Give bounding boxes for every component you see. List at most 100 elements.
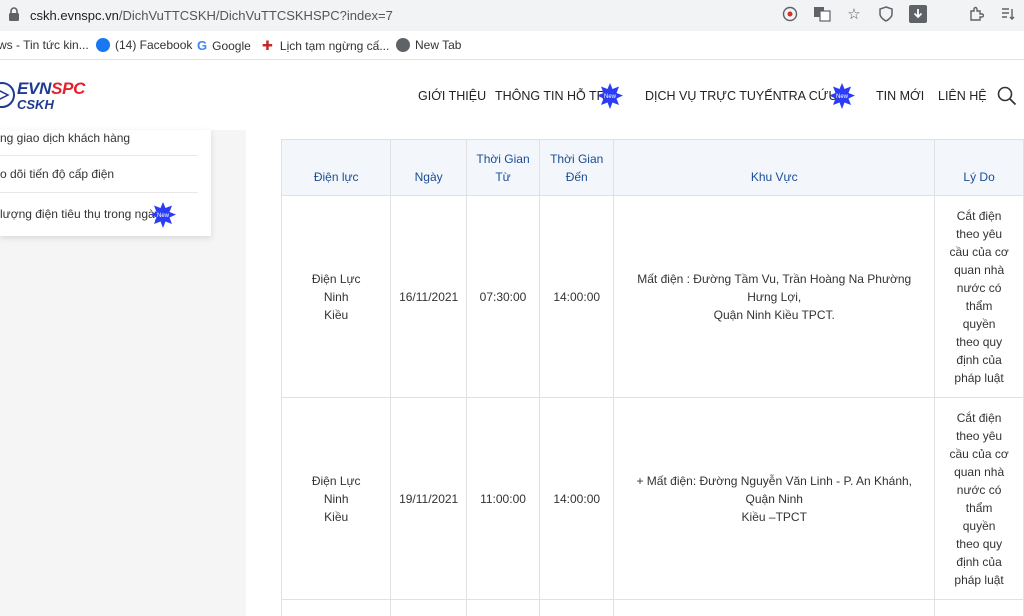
cell-ngay: 19/11/2021	[390, 397, 467, 600]
cell-den: 14:00:00	[539, 397, 615, 600]
table-row: Điện Lực Ninh Kiều 19/11/2021 11:00:00 14…	[280, 397, 1024, 600]
bookmark-facebook[interactable]: (14) Facebook	[96, 38, 192, 52]
logo-cskh-text: CSKH	[17, 97, 54, 112]
cell-khu-vuc: Mất điện : Đường Tầm Vu, Trần Hoàng Na P…	[613, 195, 936, 398]
extensions-icon[interactable]	[966, 4, 986, 24]
cell-line: Kiều	[324, 509, 349, 524]
bookmarks-bar: ws - Tin tức kin... (14) Facebook G Goog…	[0, 31, 1024, 60]
browser-address-bar: cskh.evnspc.vn/DichVuTTCSKH/DichVuTTCSKH…	[0, 0, 1024, 31]
cell-ngay	[390, 599, 467, 616]
bookmark-evn[interactable]: ✚ Lịch tạm ngừng cấ...	[262, 38, 389, 54]
translate-icon[interactable]	[812, 4, 832, 24]
cell-line: Cắt điện	[956, 410, 1002, 425]
cell-den	[539, 599, 615, 616]
cell-dien-luc	[280, 599, 392, 616]
services-dropdown: ng giao dịch khách hàng o dõi tiến độ cấ…	[0, 130, 211, 236]
bookmark-google[interactable]: G Google	[197, 38, 251, 53]
new-badge-text: New	[836, 94, 849, 100]
cell-line: Mất điện : Đường Tầm Vu, Trần Hoàng Na P…	[637, 271, 912, 304]
cell-line: theo yêu	[956, 226, 1003, 241]
star-icon[interactable]: ☆	[844, 4, 864, 24]
cell-ly-do: Cắt điện theo yêu cầu của cơ quan nhà nư…	[934, 397, 1024, 600]
bookmark-news[interactable]: ws - Tin tức kin...	[0, 38, 89, 52]
cell-line: cầu của cơ	[949, 446, 1009, 461]
cell-tu	[465, 599, 541, 616]
cell-line: Điện Lực Ninh	[311, 473, 361, 506]
nav-lien-he[interactable]: LIÊN HỆ	[938, 89, 987, 103]
cell-line: Kiều	[324, 307, 349, 322]
header-ly-do: Lý Do	[934, 139, 1024, 196]
dropdown-item-giao-dich[interactable]: ng giao dịch khách hàng	[0, 130, 198, 156]
bookmark-new-tab[interactable]: New Tab	[396, 38, 461, 52]
url-host: cskh.evnspc.vn	[30, 8, 119, 23]
evn-icon: ✚	[262, 38, 273, 53]
new-badge-text: New	[157, 213, 170, 219]
header-khu-vuc: Khu Vực	[613, 139, 936, 196]
table-row: Điện Lực Ninh Kiều 16/11/2021 07:30:00 14…	[280, 195, 1024, 398]
bookmark-label: Lịch tạm ngừng cấ...	[279, 39, 390, 53]
bookmark-label: New Tab	[415, 38, 462, 52]
cell-line: cầu của cơ	[949, 244, 1009, 259]
outage-schedule-table: Điện lực Ngày Thời Gian Từ Thời Gian Đến K…	[280, 139, 1024, 616]
google-icon: G	[197, 38, 208, 53]
cell-line: định của	[956, 352, 1002, 367]
url-field[interactable]: cskh.evnspc.vn/DichVuTTCSKH/DichVuTTCSKH…	[30, 8, 393, 23]
header-thoi-gian-den: Thời Gian Đến	[539, 139, 615, 196]
site-header: EVNSPC CSKH GIỚI THIỆU THÔNG TIN HỖ TRỢ …	[0, 61, 1024, 130]
cell-dien-luc: Điện Lực Ninh Kiều	[280, 397, 392, 600]
cell-line: thẩm	[965, 298, 993, 313]
new-badge-icon: New	[150, 202, 176, 228]
header-dien-luc: Điện lực	[280, 139, 392, 196]
cell-tu: 11:00:00	[465, 397, 541, 600]
cell-tu: 07:30:00	[465, 195, 541, 398]
header-ngay: Ngày	[390, 139, 467, 196]
cell-line: theo yêu	[956, 428, 1003, 443]
cell-line: theo quy	[956, 536, 1003, 551]
bookmark-label: (14) Facebook	[115, 38, 193, 52]
cell-line: quan nhà	[954, 464, 1005, 479]
search-icon[interactable]	[996, 85, 1018, 107]
cell-ngay: 16/11/2021	[390, 195, 467, 398]
cell-khu-vuc	[613, 599, 936, 616]
new-badge-text: New	[604, 94, 617, 100]
header-line: Đến	[565, 169, 588, 184]
url-path: /DichVuTTCSKH/DichVuTTCSKHSPC?index=7	[118, 8, 393, 23]
dropdown-item-tien-do[interactable]: o dõi tiến độ cấp điện	[0, 156, 198, 193]
cell-line: Cắt điện	[956, 208, 1002, 223]
header-line: Thời Gian	[550, 151, 604, 166]
header-line: Thời Gian	[476, 151, 530, 166]
nav-gioi-thieu[interactable]: GIỚI THIỆU	[418, 89, 486, 103]
new-badge-icon: New	[829, 83, 855, 109]
cell-line: định của	[956, 554, 1002, 569]
cell-line: nước có	[956, 482, 1002, 497]
bookmark-label: ws - Tin tức kin...	[0, 38, 89, 52]
cell-khu-vuc: + Mất điện: Đường Nguyễn Văn Linh - P. A…	[613, 397, 936, 600]
cell-line: nước có	[956, 280, 1002, 295]
shield-icon[interactable]	[876, 4, 896, 24]
reading-list-icon[interactable]	[998, 4, 1018, 24]
cell-line: quan nhà	[954, 262, 1005, 277]
cell-ly-do: Cắt điện theo yêu cầu của cơ quan nhà nư…	[934, 195, 1024, 398]
location-icon[interactable]	[780, 4, 800, 24]
bookmark-label: Google	[212, 38, 251, 53]
cell-dien-luc: Điện Lực Ninh Kiều	[280, 195, 392, 398]
download-icon[interactable]	[908, 4, 928, 24]
cell-line: thẩm	[965, 500, 993, 515]
cell-line: + Mất điện: Đường Nguyễn Văn Linh - P. A…	[636, 473, 912, 506]
globe-icon	[396, 38, 410, 52]
cell-ly-do	[934, 599, 1024, 616]
logo-wordmark[interactable]: EVNSPC	[17, 79, 85, 99]
nav-dich-vu-truc-tuyen[interactable]: DỊCH VỤ TRỰC TUYẾN	[645, 89, 782, 103]
new-badge-icon: New	[597, 83, 623, 109]
facebook-icon	[96, 38, 110, 52]
cell-line: Quận Ninh Kiều TPCT.	[713, 307, 835, 322]
lock-icon[interactable]	[8, 7, 20, 22]
cell-line: pháp luật	[954, 370, 1004, 385]
cell-line: quyền	[962, 316, 996, 331]
logo-spc-text: SPC	[51, 79, 86, 98]
address-bar-actions: ☆	[780, 4, 1018, 24]
nav-tin-moi[interactable]: TIN MỚI	[876, 89, 924, 103]
table-header-row: Điện lực Ngày Thời Gian Từ Thời Gian Đến K…	[280, 139, 1024, 196]
cell-line: theo quy	[956, 334, 1003, 349]
cell-line: Điện Lực Ninh	[311, 271, 361, 304]
